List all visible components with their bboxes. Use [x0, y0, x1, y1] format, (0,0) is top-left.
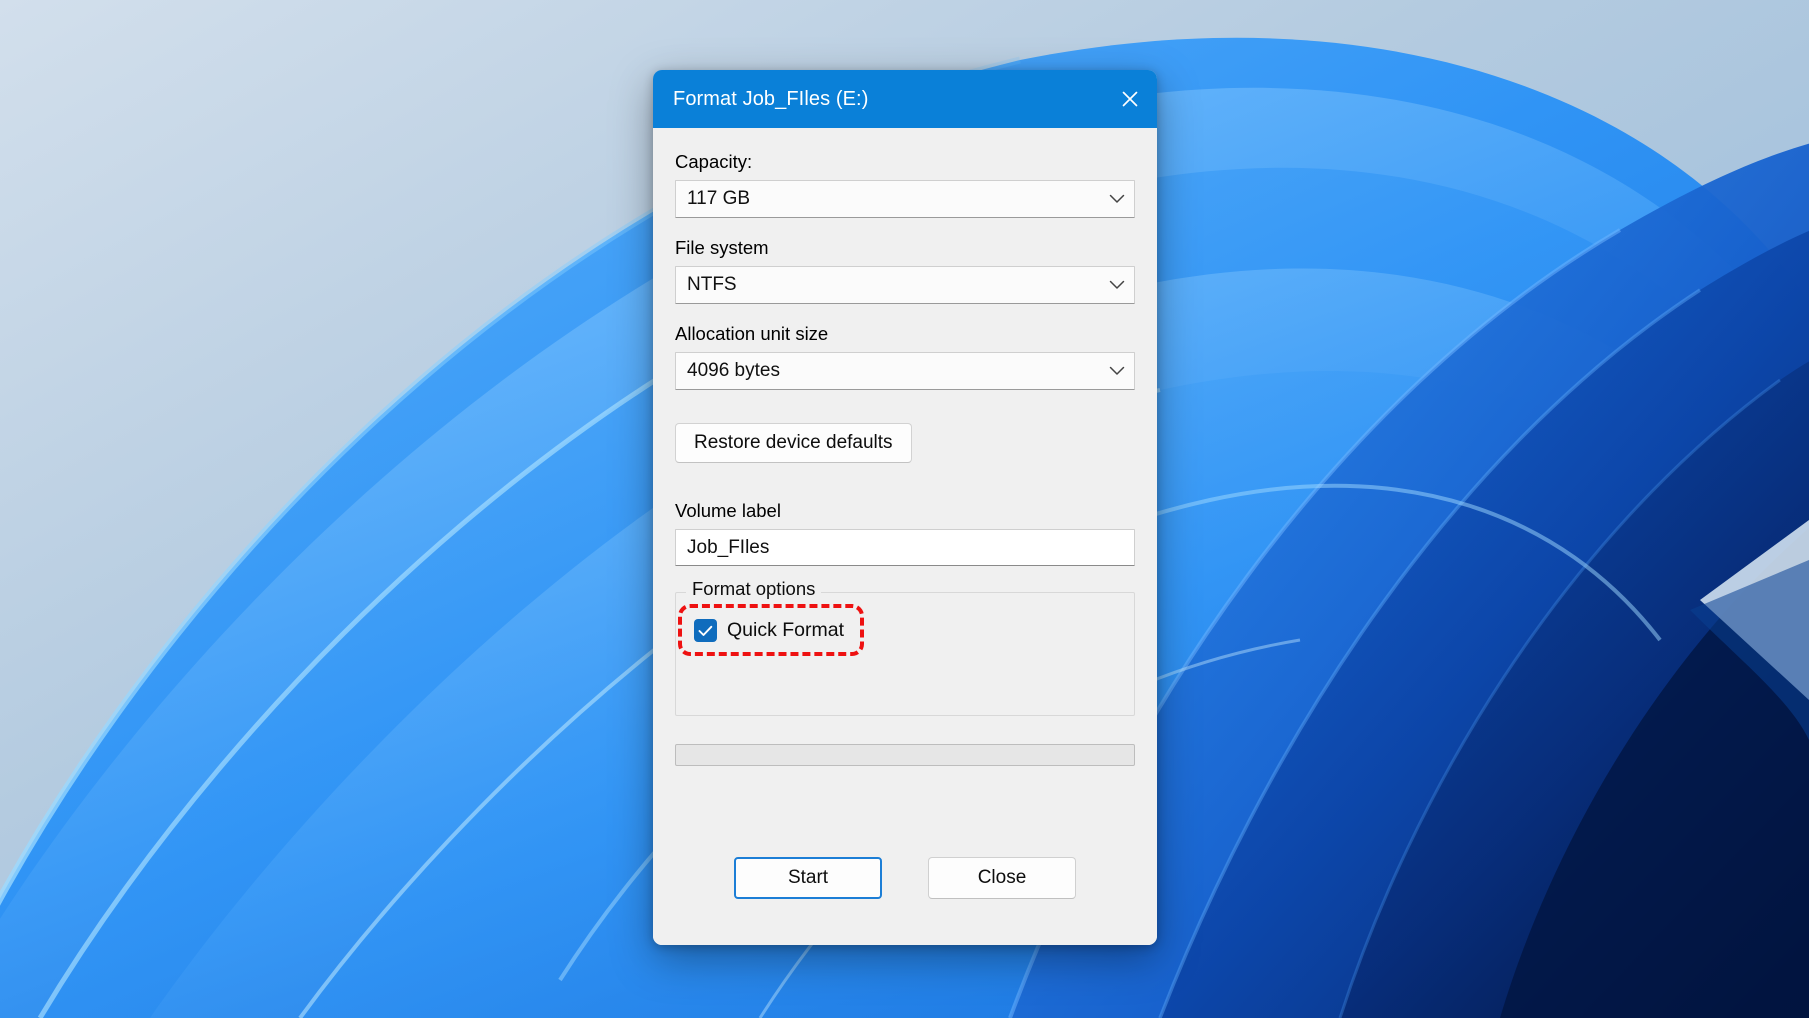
chevron-down-icon: [1100, 366, 1134, 376]
format-options-group: Format options Quick Format: [675, 592, 1135, 716]
format-progress-bar: [675, 744, 1135, 766]
volume-label-value: Job_FIles: [676, 537, 769, 559]
close-dialog-button[interactable]: Close: [928, 857, 1076, 899]
dialog-button-row: Start Close: [675, 857, 1135, 945]
capacity-dropdown[interactable]: 117 GB: [675, 180, 1135, 218]
start-button[interactable]: Start: [734, 857, 882, 899]
allocation-unit-size-dropdown[interactable]: 4096 bytes: [675, 352, 1135, 390]
quick-format-row[interactable]: Quick Format: [694, 619, 844, 642]
volume-label-label: Volume label: [675, 499, 1135, 523]
allocation-unit-size-label: Allocation unit size: [675, 322, 1135, 346]
file-system-label: File system: [675, 236, 1135, 260]
capacity-value: 117 GB: [676, 188, 1100, 210]
restore-device-defaults-button[interactable]: Restore device defaults: [675, 423, 912, 463]
close-button[interactable]: [1103, 70, 1157, 128]
format-dialog: Format Job_FIles (E:) Capacity: 117 GB F…: [653, 70, 1157, 945]
capacity-label: Capacity:: [675, 150, 1135, 174]
file-system-dropdown[interactable]: NTFS: [675, 266, 1135, 304]
quick-format-label: Quick Format: [727, 619, 844, 642]
chevron-down-icon: [1100, 280, 1134, 290]
volume-label-input[interactable]: Job_FIles: [675, 529, 1135, 566]
checkmark-icon: [698, 625, 713, 637]
dialog-body: Capacity: 117 GB File system NTFS Alloca…: [653, 128, 1157, 945]
file-system-value: NTFS: [676, 274, 1100, 296]
quick-format-checkbox[interactable]: [694, 619, 717, 642]
allocation-unit-size-value: 4096 bytes: [676, 360, 1100, 382]
dialog-titlebar[interactable]: Format Job_FIles (E:): [653, 70, 1157, 128]
format-options-legend: Format options: [686, 580, 821, 599]
dialog-title: Format Job_FIles (E:): [653, 88, 868, 111]
desktop: Format Job_FIles (E:) Capacity: 117 GB F…: [0, 0, 1809, 1018]
chevron-down-icon: [1100, 194, 1134, 204]
close-icon: [1120, 89, 1140, 109]
